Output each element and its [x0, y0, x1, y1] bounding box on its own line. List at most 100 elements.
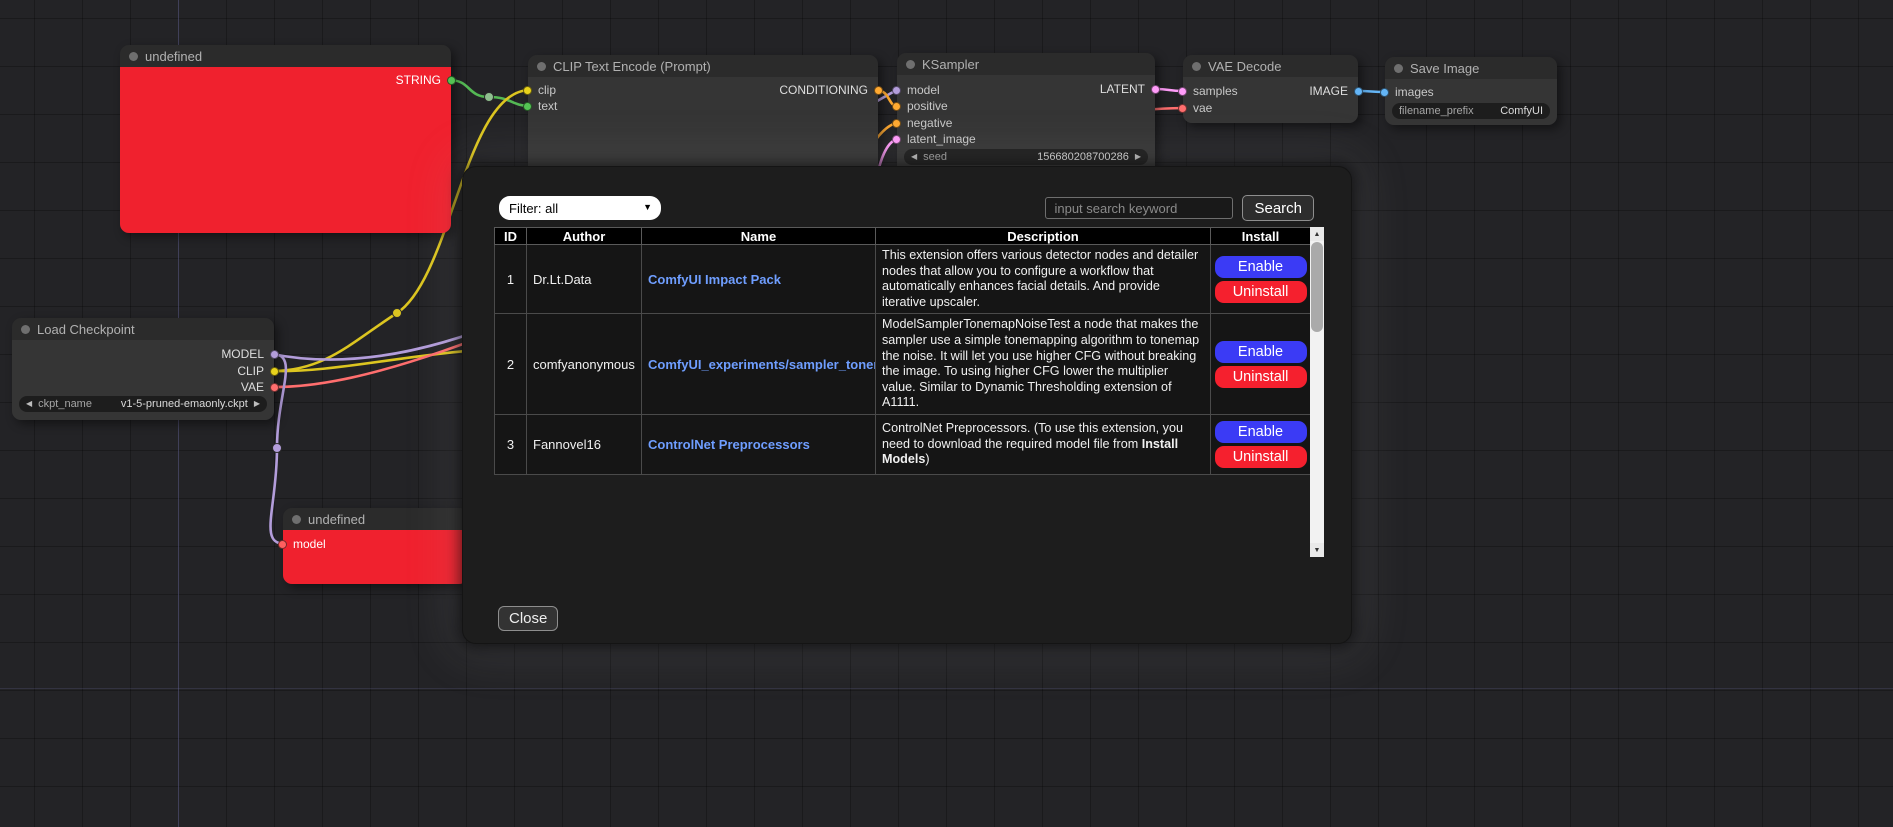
collapse-dot-icon[interactable] — [292, 515, 301, 524]
port-dot[interactable] — [1178, 104, 1187, 113]
port-dot[interactable] — [270, 367, 279, 376]
port-dot[interactable] — [270, 350, 279, 359]
extension-link[interactable]: ControlNet Preprocessors — [648, 437, 810, 452]
port-dot[interactable] — [1380, 88, 1389, 97]
scrollbar-up-icon[interactable]: ▲ — [1310, 227, 1324, 241]
input-port-clip[interactable]: clip — [523, 84, 556, 96]
extension-link[interactable]: ComfyUI_experiments/sampler_tonemap — [648, 357, 876, 372]
close-button[interactable]: Close — [498, 606, 558, 631]
widget-left-arrow-icon[interactable]: ◀ — [911, 153, 917, 161]
cell-author: Dr.Lt.Data — [527, 245, 642, 314]
node-title-bar[interactable]: KSampler — [897, 53, 1155, 75]
collapse-dot-icon[interactable] — [906, 60, 915, 69]
seed-widget[interactable]: ◀ seed 156680208700286 ▶ — [904, 149, 1148, 165]
output-port-clip[interactable]: CLIP — [237, 365, 279, 377]
input-port-negative[interactable]: negative — [892, 117, 952, 129]
input-port-images[interactable]: images — [1380, 86, 1434, 98]
search-input[interactable] — [1045, 197, 1233, 219]
table-scrollbar[interactable]: ▲ ▼ — [1310, 227, 1324, 557]
node-undefined-top[interactable]: undefined STRING — [120, 45, 451, 233]
output-port-image[interactable]: IMAGE — [1309, 85, 1363, 97]
uninstall-button[interactable]: Uninstall — [1215, 281, 1307, 303]
node-title-bar[interactable]: Save Image — [1385, 57, 1557, 79]
uninstall-button[interactable]: Uninstall — [1215, 446, 1307, 468]
input-port-vae[interactable]: vae — [1178, 102, 1212, 114]
port-dot[interactable] — [278, 540, 287, 549]
input-port-text[interactable]: text — [523, 100, 557, 112]
collapse-dot-icon[interactable] — [1192, 62, 1201, 71]
port-label: vae — [1193, 101, 1212, 115]
port-label: images — [1395, 85, 1434, 99]
search-button[interactable]: Search — [1242, 195, 1314, 221]
node-body: STRING — [120, 67, 451, 233]
input-port-latent-image[interactable]: latent_image — [892, 133, 976, 145]
port-dot[interactable] — [892, 102, 901, 111]
port-dot[interactable] — [1354, 87, 1363, 96]
node-vae-decode[interactable]: VAE Decode samples vae IMAGE — [1183, 55, 1358, 123]
port-label: CONDITIONING — [779, 83, 868, 97]
node-title-bar[interactable]: undefined — [283, 508, 468, 530]
node-undefined-bottom[interactable]: undefined model — [283, 508, 468, 584]
output-port-string[interactable]: STRING — [396, 74, 456, 86]
node-title-bar[interactable]: CLIP Text Encode (Prompt) — [528, 55, 878, 77]
port-dot[interactable] — [1178, 87, 1187, 96]
scrollbar-thumb[interactable] — [1311, 242, 1323, 332]
collapse-dot-icon[interactable] — [537, 62, 546, 71]
cell-id: 2 — [495, 314, 527, 415]
enable-button[interactable]: Enable — [1215, 256, 1307, 278]
filename-prefix-widget[interactable]: filename_prefix ComfyUI — [1392, 103, 1550, 119]
filter-select[interactable]: Filter: all — [499, 196, 661, 220]
port-dot[interactable] — [447, 76, 456, 85]
enable-button[interactable]: Enable — [1215, 421, 1307, 443]
port-label: model — [293, 537, 326, 551]
widget-left-arrow-icon[interactable]: ◀ — [26, 400, 32, 408]
port-dot[interactable] — [523, 86, 532, 95]
header-name: Name — [642, 228, 876, 245]
input-port-model[interactable]: model — [892, 84, 940, 96]
node-title-bar[interactable]: Load Checkpoint — [12, 318, 274, 340]
header-description: Description — [876, 228, 1211, 245]
input-port-positive[interactable]: positive — [892, 100, 948, 112]
port-dot[interactable] — [523, 102, 532, 111]
header-install: Install — [1211, 228, 1311, 245]
input-port-samples[interactable]: samples — [1178, 85, 1238, 97]
collapse-dot-icon[interactable] — [1394, 64, 1403, 73]
link-midpoint-dot — [393, 309, 402, 318]
widget-right-arrow-icon[interactable]: ▶ — [1135, 153, 1141, 161]
collapse-dot-icon[interactable] — [129, 52, 138, 61]
port-label: clip — [538, 83, 556, 97]
widget-right-arrow-icon[interactable]: ▶ — [254, 400, 260, 408]
port-dot[interactable] — [1151, 85, 1160, 94]
output-port-model[interactable]: MODEL — [221, 348, 279, 360]
node-body: images filename_prefix ComfyUI — [1385, 79, 1557, 125]
port-dot[interactable] — [892, 86, 901, 95]
ckpt-name-widget[interactable]: ◀ ckpt_name v1-5-pruned-emaonly.ckpt ▶ — [19, 396, 267, 412]
widget-value: 156680208700286 — [1037, 151, 1129, 163]
collapse-dot-icon[interactable] — [21, 325, 30, 334]
cell-id: 1 — [495, 245, 527, 314]
node-load-checkpoint[interactable]: Load Checkpoint MODEL CLIP VAE ◀ ckpt_na… — [12, 318, 274, 420]
port-label: positive — [907, 99, 948, 113]
output-port-latent[interactable]: LATENT — [1100, 83, 1160, 95]
output-port-conditioning[interactable]: CONDITIONING — [779, 84, 883, 96]
port-label: IMAGE — [1309, 84, 1348, 98]
node-title-bar[interactable]: undefined — [120, 45, 451, 67]
extension-row-2: 2 comfyanonymous ComfyUI_experiments/sam… — [495, 314, 1311, 415]
extensions-table-wrap: ID Author Name Description Install 1 Dr.… — [494, 227, 1324, 557]
port-label: text — [538, 99, 557, 113]
uninstall-button[interactable]: Uninstall — [1215, 366, 1307, 388]
port-dot[interactable] — [892, 119, 901, 128]
port-dot[interactable] — [874, 86, 883, 95]
widget-name: seed — [923, 151, 947, 163]
port-label: STRING — [396, 73, 441, 87]
scrollbar-down-icon[interactable]: ▼ — [1310, 543, 1324, 557]
node-save-image[interactable]: Save Image images filename_prefix ComfyU… — [1385, 57, 1557, 125]
port-dot[interactable] — [892, 135, 901, 144]
node-title-bar[interactable]: VAE Decode — [1183, 55, 1358, 77]
extension-link[interactable]: ComfyUI Impact Pack — [648, 272, 781, 287]
enable-button[interactable]: Enable — [1215, 341, 1307, 363]
filter-select-wrap: Filter: all — [499, 196, 661, 220]
input-port-model[interactable]: model — [278, 538, 326, 550]
port-dot[interactable] — [270, 383, 279, 392]
output-port-vae[interactable]: VAE — [241, 381, 279, 393]
